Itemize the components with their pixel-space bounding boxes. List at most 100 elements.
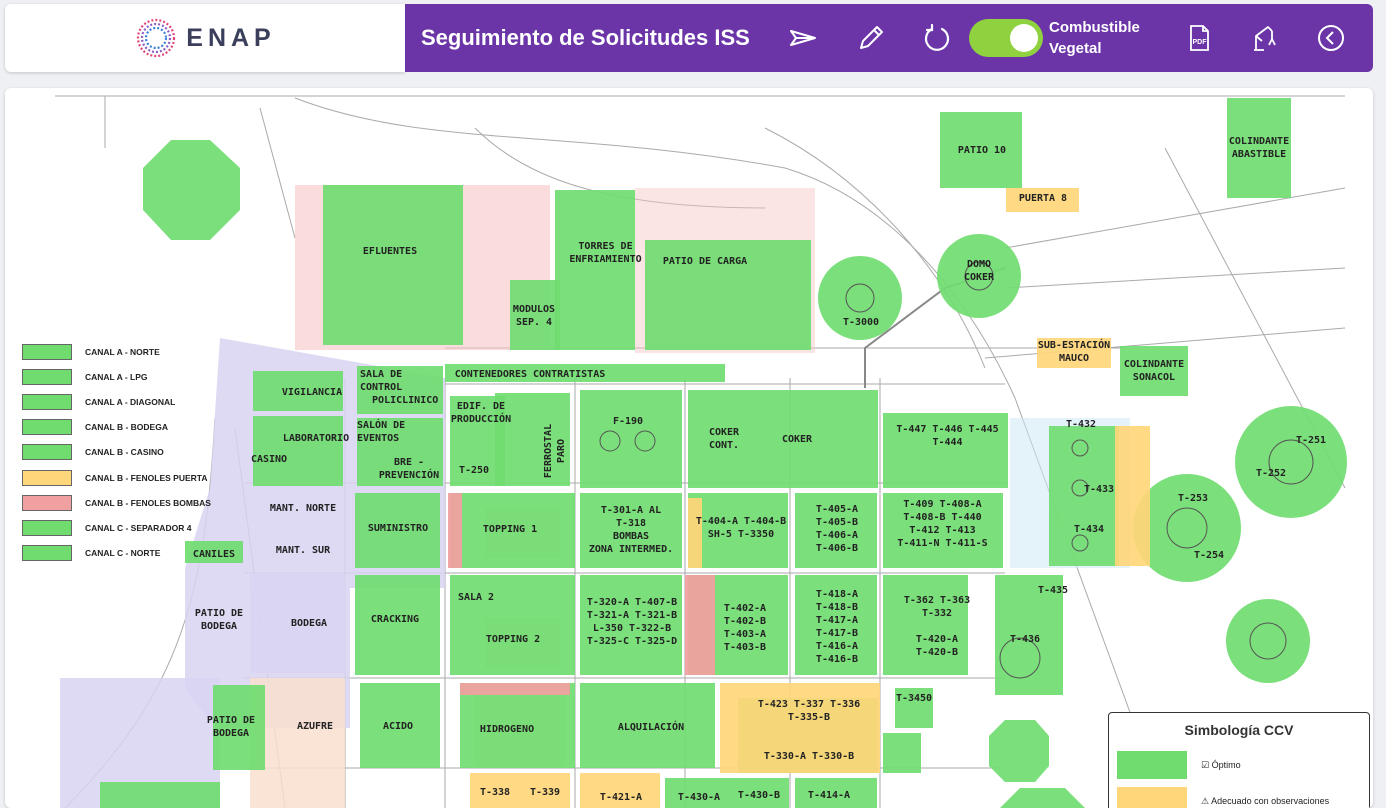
legend-swatch <box>22 419 72 436</box>
zone-t-430b[interactable]: T-430-B <box>731 789 787 802</box>
zone-t-423[interactable]: T-423 T-337 T-336 T-335-B T-330-A T-330-… <box>743 698 875 763</box>
legend-swatch <box>22 519 72 536</box>
zone-t-404[interactable]: T-404-A T-404-B SH-5 T-3350 <box>693 515 789 541</box>
zone-coker[interactable]: COKER <box>772 433 822 446</box>
send-icon[interactable] <box>785 20 821 56</box>
zone-suministro[interactable]: SUMINISTRO <box>365 522 431 535</box>
zone-t-405[interactable]: T-405-A T-405-B T-406-A T-406-B <box>802 503 872 555</box>
channel-legend: CANAL A - NORTE CANAL A - LPG CANAL A - DI… <box>22 339 211 566</box>
pdf-icon[interactable]: PDF <box>1181 20 1217 56</box>
zone-t-402[interactable]: T-402-A T-402-B T-403-A T-403-B <box>713 602 777 654</box>
zone-alquilacion[interactable]: ALQUILACIÓN <box>610 721 692 734</box>
zone-t-253[interactable]: T-253 <box>1169 492 1217 505</box>
zone-t-418[interactable]: T-418-A T-418-B T-417-A T-417-B T-416-A … <box>802 588 872 666</box>
legend-label: CANAL B - FENOLES PUERTA <box>85 472 208 483</box>
refresh-icon[interactable] <box>919 20 955 56</box>
legend-label: CANAL A - LPG <box>85 371 148 382</box>
zone-patio-10[interactable]: PATIO 10 <box>945 144 1019 157</box>
zone-acido[interactable]: ACIDO <box>370 720 426 733</box>
zone-t-433[interactable]: T-433 <box>1075 483 1123 496</box>
simbologia-adecuado: ⚠ Adecuado con observaciones <box>1117 787 1329 808</box>
zone-patio-bodega-2[interactable]: PATIO DE BODEGA <box>203 714 259 740</box>
zone-bre-prevencion[interactable]: BRE - PREVENCIÓN <box>369 456 449 482</box>
zone-t-252[interactable]: T-252 <box>1247 467 1295 480</box>
zone-colindante-sonacol[interactable]: COLINDANTE SONACOL <box>1117 358 1191 384</box>
zone-sala-2[interactable]: SALA 2 <box>454 591 498 604</box>
legend-label: CANAL B - FENOLES BOMBAS <box>85 497 211 508</box>
zone-t-338[interactable]: T-338 <box>473 786 517 799</box>
zone-t-250[interactable]: T-250 <box>454 464 494 477</box>
legend-item: CANAL B - CASINO <box>22 440 211 465</box>
zone-t-3450[interactable]: T-3450 <box>890 692 938 705</box>
legend-label: CANAL A - NORTE <box>85 346 160 357</box>
legend-label: CANAL C - NORTE <box>85 548 161 559</box>
zone-cracking[interactable]: CRACKING <box>363 613 427 626</box>
legend-item: CANAL B - FENOLES BOMBAS <box>22 490 211 515</box>
zone-t-362[interactable]: T-362 T-363 T-332 T-420-A T-420-B <box>891 594 983 659</box>
zone-t-430[interactable]: T-430-A <box>671 791 727 804</box>
zone-torres-enfriamiento[interactable]: TORRES DE ENFRIAMIENTO <box>563 240 648 266</box>
zone-topping-1[interactable]: TOPPING 1 <box>479 523 541 536</box>
swatch-adecuado <box>1117 787 1187 808</box>
zone-efluentes[interactable]: EFLUENTES <box>355 245 425 258</box>
zone-casino[interactable]: CASINO <box>241 453 297 466</box>
zone-t-320[interactable]: T-320-A T-407-B T-321-A T-321-B L-350 T-… <box>580 596 684 648</box>
zone-t-3000[interactable]: T-3000 <box>835 316 887 329</box>
zone-t-339[interactable]: T-339 <box>523 786 567 799</box>
legend-item: CANAL A - NORTE <box>22 339 211 364</box>
combustible-vegetal-toggle[interactable] <box>969 19 1043 57</box>
top-bar: Seguimiento de Solicitudes ISS Combustib… <box>405 4 1373 72</box>
zone-colindante-abastible[interactable]: COLINDANTE ABASTIBLE <box>1224 135 1294 161</box>
simbologia-title: Simbología CCV <box>1184 722 1294 738</box>
zone-t-414[interactable]: T-414-A <box>801 789 857 802</box>
zone-edif-produccion[interactable]: EDIF. DE PRODUCCIÓN <box>445 400 517 426</box>
enap-logo-icon <box>137 18 176 58</box>
zone-vigilancia[interactable]: VIGILANCIA <box>267 386 357 399</box>
zone-t-251[interactable]: T-251 <box>1287 434 1335 447</box>
zone-t-254[interactable]: T-254 <box>1185 549 1233 562</box>
zone-domo-coker[interactable]: DOMO COKER <box>955 258 1003 284</box>
zone-t-435[interactable]: T-435 <box>1029 584 1077 597</box>
legend-item: CANAL C - NORTE <box>22 541 211 566</box>
simbologia-optimo: ☑ Óptimo <box>1117 751 1241 779</box>
legend-swatch <box>22 368 72 385</box>
logo-box: ENAP <box>5 4 405 72</box>
legend-label: CANAL C - SEPARADOR 4 <box>85 522 192 533</box>
zone-sub-estacion-mauco[interactable]: SUB-ESTACIÓN MAUCO <box>1030 339 1118 365</box>
edit-icon[interactable] <box>853 20 889 56</box>
legend-swatch <box>22 393 72 410</box>
zone-mant-sur[interactable]: MANT. SUR <box>273 544 333 557</box>
legend-swatch <box>22 444 72 461</box>
zone-bodega[interactable]: BODEGA <box>283 617 335 630</box>
zone-laboratorio[interactable]: LABORATORIO <box>271 432 361 445</box>
zone-modulos-sep4[interactable]: MODULOS SEP. 4 <box>508 303 560 329</box>
plant-map[interactable]: PATIO 10 COLINDANTE ABASTIBLE PUERTA 8 E… <box>5 88 1373 808</box>
zone-salon-eventos[interactable]: SALÓN DE EVENTOS <box>357 419 421 445</box>
legend-swatch <box>22 469 72 486</box>
zone-topping-2[interactable]: TOPPING 2 <box>481 633 545 646</box>
legend-item: CANAL C - SEPARADOR 4 <box>22 515 211 540</box>
zone-patio-de-carga[interactable]: PATIO DE CARGA <box>655 255 755 268</box>
simbologia-optimo-label: ☑ Óptimo <box>1201 759 1241 770</box>
zone-mant-norte[interactable]: MANT. NORTE <box>263 502 343 515</box>
zone-ferrostal[interactable]: FERROSTAL PARO <box>542 421 568 481</box>
zone-puerta-8[interactable]: PUERTA 8 <box>1008 192 1078 205</box>
zone-t-434[interactable]: T-434 <box>1065 523 1113 536</box>
zone-f-190[interactable]: F-190 <box>603 415 653 428</box>
back-icon[interactable] <box>1313 20 1349 56</box>
zone-t-436[interactable]: T-436 <box>1001 633 1049 646</box>
zone-azufre[interactable]: AZUFRE <box>287 720 343 733</box>
zone-coker-cont[interactable]: COKER CONT. <box>702 426 746 452</box>
zone-t-409[interactable]: T-409 T-408-A T-408-B T-440 T-412 T-413 … <box>885 498 1000 550</box>
zone-t-447[interactable]: T-447 T-446 T-445 T-444 <box>890 423 1005 449</box>
zone-sala-control[interactable]: SALA DE CONTROL POLICLINICO <box>360 368 440 407</box>
zone-t-432[interactable]: T-432 <box>1057 418 1105 431</box>
legend-label: CANAL B - CASINO <box>85 447 164 458</box>
zone-hidrogeno[interactable]: HIDROGENO <box>473 723 541 736</box>
page-title: Seguimiento de Solicitudes ISS <box>421 25 750 50</box>
zone-contenedores[interactable]: CONTENEDORES CONTRATISTAS <box>445 368 615 381</box>
zone-t-421[interactable]: T-421-A <box>593 791 649 804</box>
zone-patio-bodega-1[interactable]: PATIO DE BODEGA <box>191 607 247 633</box>
zone-t-301[interactable]: T-301-A AL T-318 BOMBAS ZONA INTERMED. <box>579 504 683 556</box>
crane-icon[interactable] <box>1247 20 1283 56</box>
